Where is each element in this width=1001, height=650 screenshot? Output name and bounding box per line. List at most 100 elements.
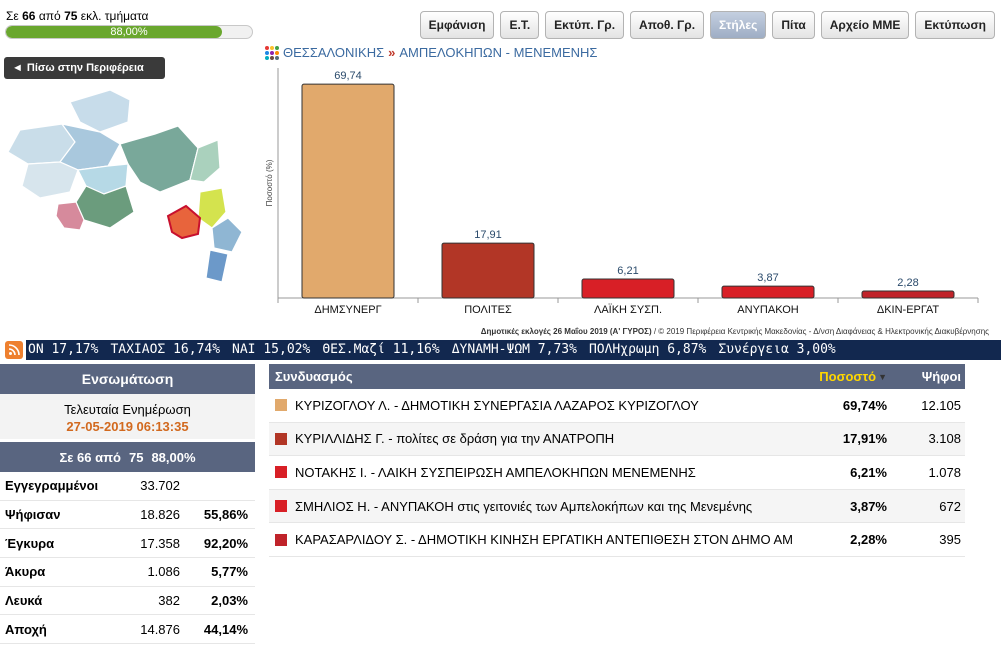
stat-label: Ψήφισαν [5,507,61,523]
progress-bar: 88,00% [5,25,253,39]
party-percent: 6,21% [850,464,887,480]
stat-value: 1.086 [147,564,180,580]
ticker-item: ΤΑΧΙΑΟΣ 16,74% [110,342,221,357]
stat-row: Ψήφισαν 18.826 55,86% [0,501,255,530]
header-votes[interactable]: Ψήφοι [887,369,965,384]
map-area-4 [119,125,199,193]
x-tick-label: ΔΗΜΣΥΝΕΡΓ [314,304,381,316]
summary-total: 75 [128,449,144,465]
party-color-swatch [275,399,287,412]
toolbar-button-0[interactable]: Εμφάνιση [419,11,495,39]
party-color-swatch [275,432,287,445]
region-map[interactable] [0,82,262,302]
results-rows: ΚΥΡΙΖΟΓΛΟΥ Λ. - ΔΗΜΟΤΙΚΗ ΣΥΝΕΡΓΑΣΙΑ ΛΑΖΑ… [269,389,965,557]
party-percent: 3,87% [850,498,887,514]
party-votes: 672 [939,498,961,514]
map-area-12 [205,249,229,283]
last-update: Τελευταία Ενημέρωση 27-05-2019 06:13:35 [0,394,255,439]
stat-value: 382 [158,593,180,609]
header-percent[interactable]: Ποσοστό ▼ [807,369,887,384]
stat-value: 17.358 [140,535,180,551]
toolbar-button-4[interactable]: Στήλες [710,11,767,39]
stat-row: Αποχή 14.876 44,14% [0,615,255,645]
stat-label: Εγγεγραμμένοι [5,478,99,494]
ticker-item: ΔΥΝΑΜΗ-ΨΩΜ 7,73% [451,342,577,357]
bar-value-label: 17,91 [474,229,502,241]
ticker-item: ΝΑΙ 15,02% [232,342,311,357]
y-axis-label: Ποσοστό (%) [265,159,274,206]
back-to-region-button[interactable]: ◄ Πίσω στην Περιφέρεια [4,57,165,79]
bar-0 [301,83,395,299]
stat-label: Αποχή [5,621,47,637]
toolbar-button-3[interactable]: Αποθ. Γρ. [630,11,705,39]
summary-bar: Σε 66 από 75 88,00% [0,442,255,472]
stat-percent: 44,14% [203,621,248,637]
bar-value-label: 3,87 [757,272,778,284]
party-votes: 395 [939,532,961,548]
header-name[interactable]: Συνδυασμός [269,369,807,384]
breadcrumb-municipality: ΑΜΠΕΛΟΚΗΠΩΝ - ΜΕΝΕΜΕΝΗΣ [399,45,598,60]
party-name: ΚΥΡΙΖΟΓΛΟΥ Λ. - ΔΗΜΟΤΙΚΗ ΣΥΝΕΡΓΑΣΙΑ ΛΑΖΑ… [295,397,699,413]
results-bar-chart: Ποσοστό (%) 69,74 ΔΗΜΣΥΝΕΡΓ 17,91 ΠΟΛΙΤΕΣ 6,2… [265,68,979,316]
results-table: Συνδυασμός Ποσοστό ▼ Ψήφοι ΚΥΡΙΖΟΓΛΟΥ Λ. … [269,364,965,557]
results-header: Συνδυασμός Ποσοστό ▼ Ψήφοι [269,364,965,389]
party-name: ΝΟΤΑΚΗΣ Ι. - ΛΑΙΚΗ ΣΥΣΠΕΙΡΩΣΗ ΑΜΠΕΛΟΚΗΠΩ… [295,464,696,480]
table-row[interactable]: ΚΑΡΑΣΑΡΛΙΔΟΥ Σ. - ΔΗΜΟΤΙΚΗ ΚΙΝΗΣΗ ΕΡΓΑΤΙ… [269,523,965,557]
breadcrumb: ΘΕΣΣΑΛΟΝΙΚΗΣ » ΑΜΠΕΛΟΚΗΠΩΝ - ΜΕΝΕΜΕΝΗΣ [265,45,597,60]
toolbar-button-2[interactable]: Εκτύπ. Γρ. [545,11,625,39]
bar-value-label: 6,21 [617,265,638,277]
stats-list: Εγγεγραμμένοι 33.702 Ψήφισαν 18.826 55,86% Έγ… [0,472,255,645]
map-area-current [166,204,202,240]
party-percent: 2,28% [850,532,887,548]
summary-percent: 88,00% [151,449,196,465]
breadcrumb-region[interactable]: ΘΕΣΣΑΛΟΝΙΚΗΣ [283,45,384,60]
last-update-date: 27-05-2019 06:13:35 [66,419,189,434]
stat-row: Εγγεγραμμένοι 33.702 [0,472,255,501]
bar-4 [861,290,955,299]
rss-icon[interactable] [5,341,23,359]
toolbar-button-5[interactable]: Πίτα [772,11,815,39]
table-row[interactable]: ΣΜΗΛΙΟΣ Η. - ΑΝΥΠΑΚΟΗ στις γειτονιές των… [269,489,965,524]
news-ticker: ΟΝ 17,17% ΤΑΧΙΑΟΣ 16,74% ΝΑΙ 15,02% ΘΕΣ.Μαζ… [26,340,1001,360]
table-row[interactable]: ΚΥΡΙΛΛΙΔΗΣ Γ. - πολίτες σε δράση για την… [269,422,965,457]
party-color-swatch [275,466,287,479]
toolbar-button-7[interactable]: Εκτύπωση [915,11,995,39]
back-button-label: Πίσω στην Περιφέρεια [26,62,144,74]
bar-value-label: 69,74 [334,70,362,82]
map-area-6 [21,161,79,199]
summary-prefix: Σε 66 από [59,449,121,465]
map-area-1 [69,89,131,133]
sort-desc-icon: ▼ [878,371,887,382]
stat-label: Λευκά [5,593,43,609]
party-color-swatch [275,533,287,546]
stat-label: Έγκυρα [5,535,55,551]
bar-1 [441,242,535,299]
stat-row: Άκυρα 1.086 5,77% [0,558,255,587]
x-tick-label: ΛΑΪΚΗ ΣΥΣΠ. [594,304,662,316]
stat-row: Έγκυρα 17.358 92,20% [0,529,255,559]
bar-2 [581,278,675,299]
stat-value: 14.876 [140,621,180,637]
table-row[interactable]: ΝΟΤΑΚΗΣ Ι. - ΛΑΙΚΗ ΣΥΣΠΕΙΡΩΣΗ ΑΜΠΕΛΟΚΗΠΩ… [269,456,965,490]
back-arrow-icon: ◄ [12,62,23,74]
stat-percent: 5,77% [211,564,248,580]
stat-percent: 55,86% [203,507,248,523]
party-name: ΚΑΡΑΣΑΡΛΙΔΟΥ Σ. - ΔΗΜΟΤΙΚΗ ΚΙΝΗΣΗ ΕΡΓΑΤΙ… [295,532,793,548]
ticker-item: ΘΕΣ.Μαζί 11,16% [322,342,440,357]
stat-value: 18.826 [140,507,180,523]
stat-label: Άκυρα [5,564,46,580]
progress-text: Σε 66 από 75 εκλ. τμήματα [6,9,149,23]
progress-percent: 88,00% [110,26,148,38]
ticker-item: Συνέργεια 3,00% [718,342,836,357]
panel-header: Ενσωμάτωση [0,364,255,394]
party-votes: 3.108 [928,431,961,447]
party-name: ΚΥΡΙΛΛΙΔΗΣ Γ. - πολίτες σε δράση για την… [295,431,615,447]
toolbar-button-1[interactable]: Ε.Τ. [500,11,540,39]
toolbar: Εμφάνιση Ε.Τ. Εκτύπ. Γρ. Αποθ. Γρ. Στήλες Πίτ… [419,11,995,39]
ticker-item: ΟΝ 17,17% [28,342,99,357]
integration-panel: Ενσωμάτωση Τελευταία Ενημέρωση 27-05-201… [0,364,255,645]
party-votes: 1.078 [928,464,961,480]
bar-3 [721,285,815,299]
toolbar-button-6[interactable]: Αρχείο ΜΜΕ [820,11,910,39]
table-row[interactable]: ΚΥΡΙΖΟΓΛΟΥ Λ. - ΔΗΜΟΤΙΚΗ ΣΥΝΕΡΓΑΣΙΑ ΛΑΖΑ… [269,389,965,423]
